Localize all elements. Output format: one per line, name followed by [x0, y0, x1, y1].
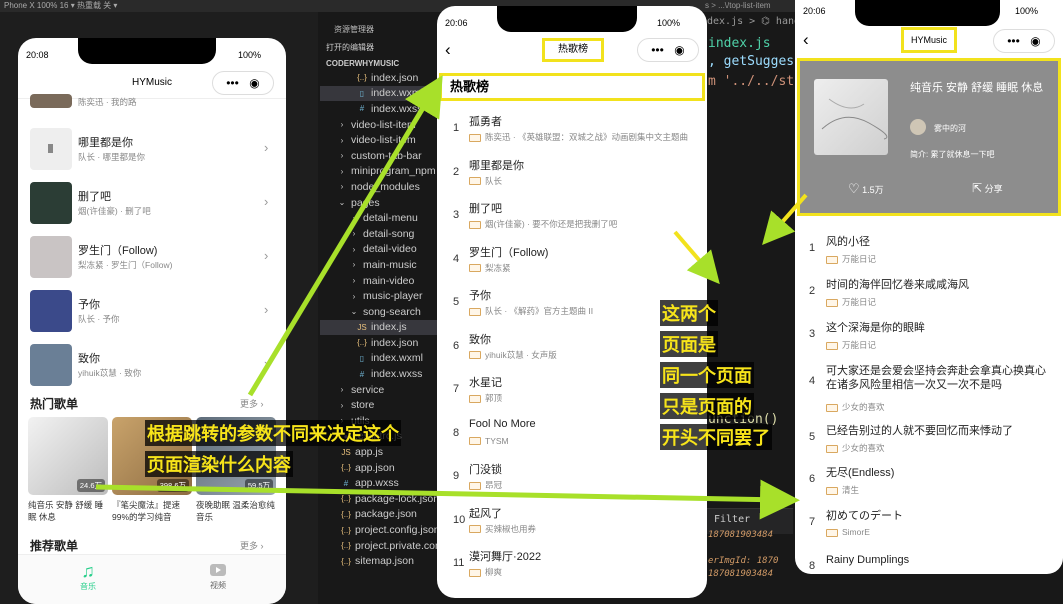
annotation-right-line: 页面是 [660, 331, 718, 357]
arrow-to-ranking [247, 75, 443, 397]
arrow-yellow-left [673, 230, 720, 285]
annotation-right-line: 同一个页面 [660, 362, 754, 388]
annotation-right-line: 只是页面的 [660, 393, 754, 419]
arrow-to-menu-detail [95, 479, 800, 520]
annotation-left-line1: 根据跳转的参数不同来决定这个 [145, 420, 401, 446]
annotation-right-line: 开头不同罢了 [660, 424, 772, 450]
arrow-yellow-right [762, 193, 808, 246]
annotation-left-line2: 页面渲染什么内容 [145, 451, 293, 477]
annotation-right-line: 这两个 [660, 300, 718, 326]
annotation-arrows [95, 75, 808, 520]
